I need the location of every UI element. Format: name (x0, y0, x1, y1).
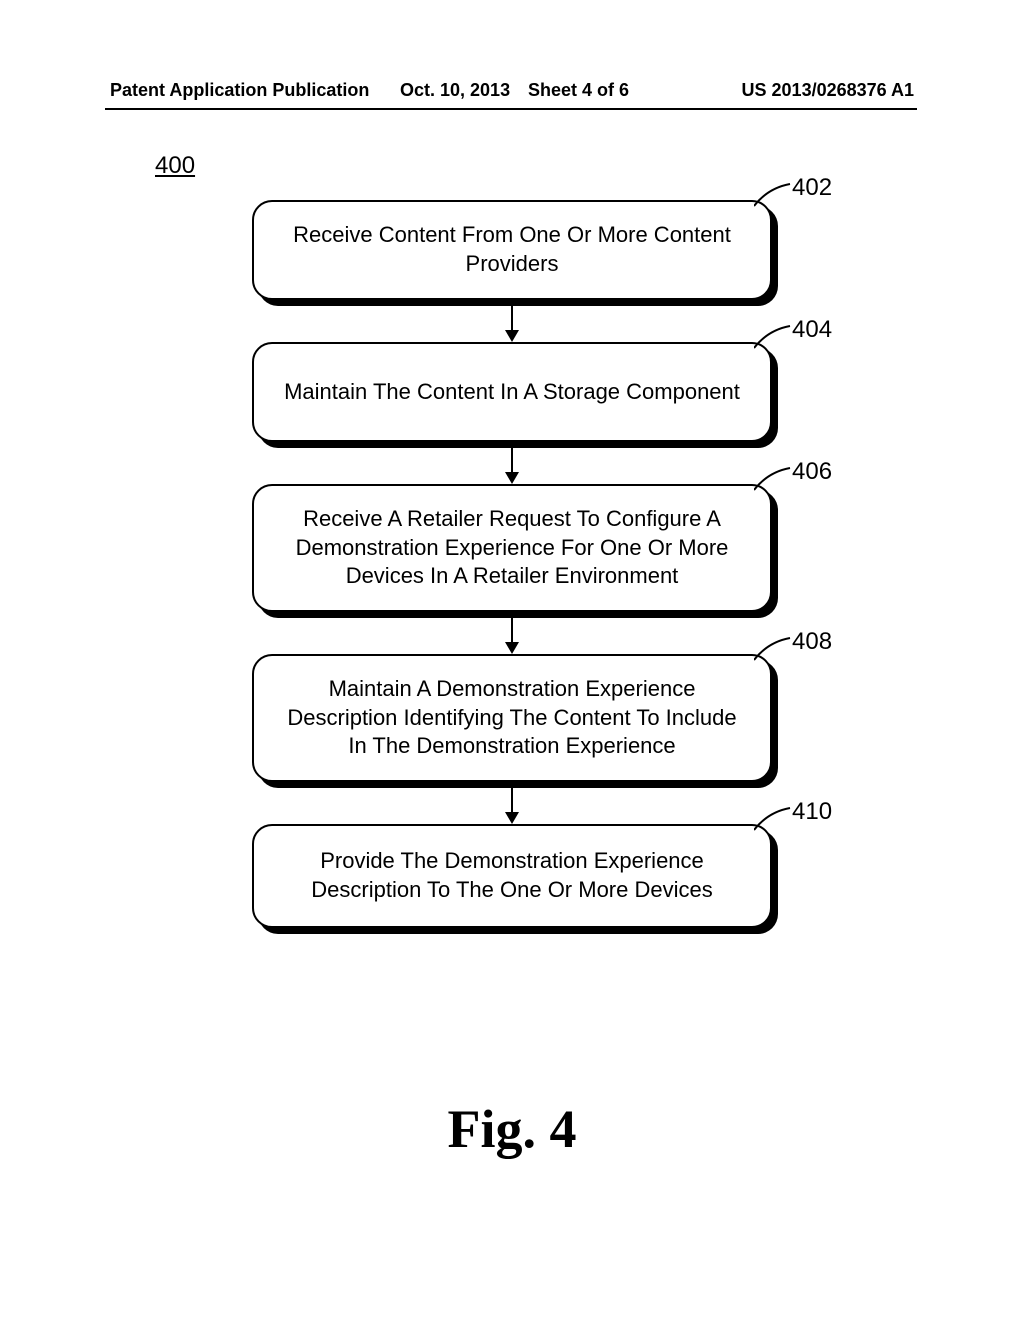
flow-step: Maintain The Content In A Storage Compon… (252, 342, 772, 442)
publication-date: Oct. 10, 2013 (400, 80, 510, 101)
step-box: Maintain The Content In A Storage Compon… (252, 342, 772, 442)
arrowhead-icon (505, 642, 519, 654)
flow-step: Receive Content From One Or More Content… (252, 200, 772, 300)
leader-line-icon (754, 182, 794, 212)
arrowhead-icon (505, 812, 519, 824)
leader-line-icon (754, 806, 794, 836)
step-reference-label: 406 (792, 458, 832, 486)
figure-reference-number: 400 (155, 152, 195, 180)
step-reference-label: 402 (792, 174, 832, 202)
step-box: Maintain A Demonstration Experience Desc… (252, 654, 772, 782)
leader-line-icon (754, 636, 794, 666)
sheet-number: Sheet 4 of 6 (528, 80, 629, 101)
header-rule (105, 108, 917, 110)
leader-line-icon (754, 466, 794, 496)
step-reference-label: 404 (792, 316, 832, 344)
flow-step: Provide The Demonstration Experience Des… (252, 824, 772, 928)
flow-step: Maintain A Demonstration Experience Desc… (252, 654, 772, 782)
flowchart: Receive Content From One Or More Content… (0, 200, 1024, 928)
step-box: Receive Content From One Or More Content… (252, 200, 772, 300)
step-box: Receive A Retailer Request To Configure … (252, 484, 772, 612)
flow-step: Receive A Retailer Request To Configure … (252, 484, 772, 612)
arrowhead-icon (505, 472, 519, 484)
step-box: Provide The Demonstration Experience Des… (252, 824, 772, 928)
leader-line-icon (754, 324, 794, 354)
publication-number: US 2013/0268376 A1 (742, 80, 914, 101)
publication-label: Patent Application Publication (110, 80, 369, 101)
arrowhead-icon (505, 330, 519, 342)
step-reference-label: 410 (792, 798, 832, 826)
figure-caption: Fig. 4 (0, 1098, 1024, 1160)
step-reference-label: 408 (792, 628, 832, 656)
